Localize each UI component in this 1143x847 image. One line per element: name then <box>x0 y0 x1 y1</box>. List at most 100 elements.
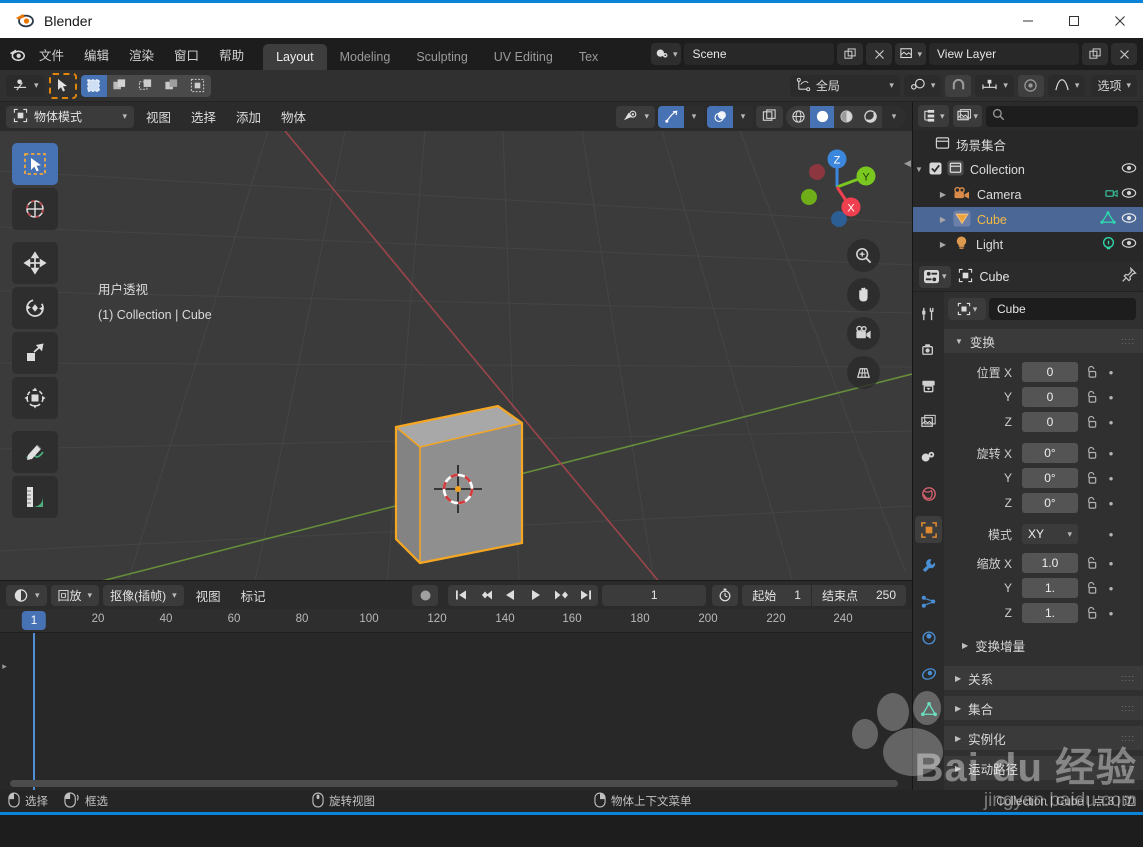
scale-y-field[interactable]: 1. <box>1022 578 1078 598</box>
minimize-button[interactable] <box>1005 3 1051 38</box>
animate-dot-icon[interactable]: • <box>1104 556 1118 571</box>
subtract-select-icon[interactable] <box>132 74 159 97</box>
next-keyframe-icon[interactable] <box>548 585 573 606</box>
prev-keyframe-icon[interactable] <box>473 585 498 606</box>
outliner-row-light[interactable]: ▶ Light <box>913 232 1143 257</box>
scrollbar-thumb[interactable] <box>10 780 898 787</box>
play-icon[interactable] <box>523 585 548 606</box>
outliner-row-scene-collection[interactable]: 场景集合 <box>913 132 1143 157</box>
record-keyframe-icon[interactable] <box>412 584 439 606</box>
tweak-select-tool[interactable] <box>12 143 58 185</box>
properties-editor-icon[interactable]: ▾ <box>919 265 951 288</box>
unlocked-icon[interactable] <box>1082 446 1100 460</box>
proportional-edit-icon[interactable] <box>1017 74 1044 97</box>
rotation-y-field[interactable]: 0° <box>1022 468 1078 488</box>
transform-tool[interactable] <box>12 377 58 419</box>
tab-uv-editing[interactable]: UV Editing <box>481 44 566 70</box>
zoom-icon[interactable] <box>847 239 880 272</box>
transform-panel-header[interactable]: ▼ 变换 :::: <box>944 329 1143 353</box>
menu-help[interactable]: 帮助 <box>210 42 253 67</box>
menu-render[interactable]: 渲染 <box>120 42 163 67</box>
cursor-tool[interactable] <box>12 188 58 230</box>
location-x-field[interactable]: 0 <box>1022 362 1078 382</box>
unlocked-icon[interactable] <box>1082 606 1100 620</box>
eye-icon[interactable] <box>1121 162 1137 177</box>
viewport-3d[interactable]: 用户透视 (1) Collection | Cube Z Y X ◀ <box>0 131 912 580</box>
tab-scene[interactable] <box>915 444 942 471</box>
scale-tool[interactable] <box>12 332 58 374</box>
tab-tool[interactable] <box>915 300 942 327</box>
delta-transform-panel[interactable]: ▶ 变换增量 <box>948 633 1136 657</box>
viewport-menu-object[interactable]: 物体 <box>273 104 314 129</box>
rendered-icon[interactable] <box>858 106 882 128</box>
tab-particles[interactable] <box>915 588 942 615</box>
mesh-data-icon[interactable] <box>1100 211 1116 228</box>
disclosure-triangle[interactable]: ▼ <box>913 165 925 174</box>
object-mode-dropdown[interactable]: 物体模式 ▾ <box>6 105 134 128</box>
animate-dot-icon[interactable]: • <box>1104 496 1118 511</box>
menu-window[interactable]: 窗口 <box>165 42 208 67</box>
close-button[interactable] <box>1097 3 1143 38</box>
timeline-body[interactable]: ▸ <box>0 633 912 790</box>
tab-output[interactable] <box>915 372 942 399</box>
transform-orientation-dropdown[interactable]: 全局 ▾ <box>789 74 900 97</box>
instancing-panel[interactable]: ▶ 实例化 :::: <box>944 726 1143 750</box>
viewport-sidebar-toggle[interactable]: ◀ <box>903 153 912 173</box>
solid-icon[interactable] <box>810 105 834 128</box>
animate-dot-icon[interactable]: • <box>1104 365 1118 380</box>
intersect-select-icon[interactable] <box>184 74 211 97</box>
shading-dropdown[interactable]: ▾ <box>882 105 906 128</box>
keying-dropdown[interactable]: 抠像(插帧) ▾ <box>103 584 184 606</box>
tab-physics[interactable] <box>915 624 942 651</box>
jump-start-icon[interactable] <box>448 585 473 606</box>
scene-icon[interactable]: ▾ <box>650 43 682 65</box>
wireframe-icon[interactable] <box>786 106 810 128</box>
viewport-menu-add[interactable]: 添加 <box>228 104 269 129</box>
jump-end-icon[interactable] <box>573 585 598 606</box>
tab-layout[interactable]: Layout <box>263 44 327 70</box>
camera-view-icon[interactable] <box>847 317 880 350</box>
unlocked-icon[interactable] <box>1082 581 1100 595</box>
tab-world[interactable] <box>915 480 942 507</box>
remove-view-layer-button[interactable] <box>1111 43 1137 65</box>
play-reverse-icon[interactable] <box>498 585 523 606</box>
active-tool-icon[interactable] <box>48 72 77 99</box>
new-scene-button[interactable] <box>837 43 864 65</box>
outliner-row-cube[interactable]: ▶ Cube <box>913 207 1143 232</box>
gizmo-dropdown[interactable]: ▾ <box>684 105 704 128</box>
navigation-gizmo[interactable]: Z Y X <box>792 139 882 229</box>
filter-images-icon[interactable]: ▾ <box>952 105 983 127</box>
maximize-button[interactable] <box>1051 3 1097 38</box>
unlocked-icon[interactable] <box>1082 471 1100 485</box>
drag-handle-icon[interactable]: :::: <box>1121 336 1135 345</box>
editor-type-icon[interactable]: ▾ <box>6 74 45 97</box>
outliner-row-camera[interactable]: ▶ Camera <box>913 182 1143 207</box>
measure-tool[interactable] <box>12 476 58 518</box>
rotate-tool[interactable] <box>12 287 58 329</box>
pin-icon[interactable] <box>1121 266 1137 286</box>
unlocked-icon[interactable] <box>1082 365 1100 379</box>
playback-dropdown[interactable]: 回放 ▾ <box>50 584 100 606</box>
viewport-menu-view[interactable]: 视图 <box>138 104 179 129</box>
set-select-icon[interactable] <box>80 74 107 97</box>
overlays-icon[interactable] <box>707 105 733 128</box>
animate-dot-icon[interactable]: • <box>1104 606 1118 621</box>
tab-texture-paint[interactable]: Tex <box>566 44 600 70</box>
current-frame-field[interactable]: 1 <box>602 584 707 606</box>
tab-render[interactable] <box>915 336 942 363</box>
eye-icon[interactable] <box>1121 187 1137 202</box>
tab-view-layer[interactable] <box>915 408 942 435</box>
gizmo-icon[interactable] <box>658 105 684 128</box>
location-z-field[interactable]: 0 <box>1022 412 1078 432</box>
tab-modeling[interactable]: Modeling <box>327 44 404 70</box>
disclosure-triangle[interactable]: ▶ <box>937 215 949 224</box>
magnet-icon[interactable] <box>945 74 972 97</box>
invert-select-icon[interactable] <box>158 74 185 97</box>
animate-dot-icon[interactable]: • <box>1104 446 1118 461</box>
current-frame-marker[interactable]: 1 <box>21 611 47 630</box>
extend-select-icon[interactable] <box>106 74 133 97</box>
falloff-dropdown[interactable]: ▾ <box>1047 74 1086 97</box>
xray-toggle-icon[interactable] <box>756 105 783 128</box>
blender-logo-icon[interactable] <box>4 43 28 65</box>
rotation-x-field[interactable]: 0° <box>1022 443 1078 463</box>
